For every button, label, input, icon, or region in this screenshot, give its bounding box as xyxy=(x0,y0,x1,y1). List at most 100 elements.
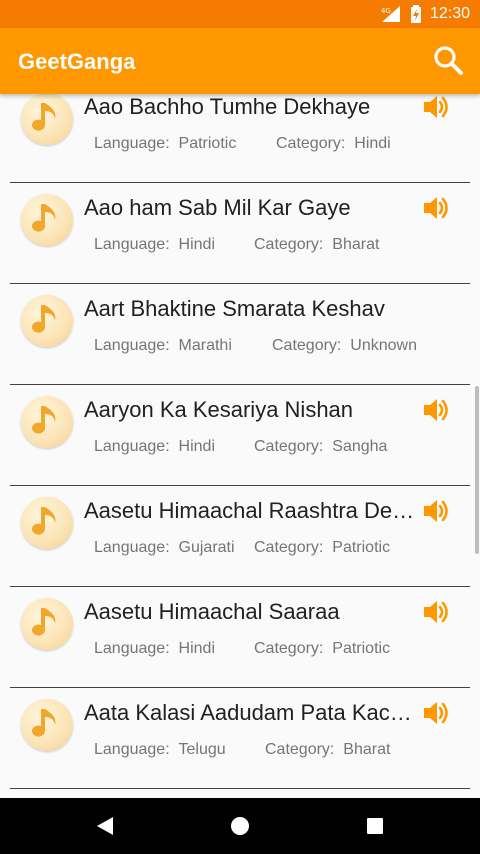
speaker-icon xyxy=(424,702,448,724)
category-value: Bharat xyxy=(343,741,391,758)
song-category: Category: Bharat xyxy=(265,740,390,760)
song-language: Language: Marathi xyxy=(94,336,232,356)
song-language: Language: Hindi xyxy=(94,639,215,659)
search-icon xyxy=(434,46,463,75)
song-title: Aao ham Sab Mil Kar Gaye xyxy=(84,195,351,220)
song-category: Category: Patriotic xyxy=(254,639,390,659)
song-category: Category: Hindi xyxy=(276,134,391,154)
category-label: Category: xyxy=(254,640,324,657)
song-category: Category: Unknown xyxy=(272,336,417,356)
language-value: Marathi xyxy=(178,337,232,354)
music-note-icon xyxy=(32,709,56,737)
music-note-avatar xyxy=(21,396,73,448)
song-item[interactable]: Aaryon Ka Kesariya Nishan Language: Hindi… xyxy=(0,385,480,486)
music-note-avatar xyxy=(21,295,73,347)
category-value: Sangha xyxy=(332,438,388,455)
song-title: Aaryon Ka Kesariya Nishan xyxy=(84,397,354,422)
song-category: Category: Bharat xyxy=(254,235,379,255)
music-note-avatar xyxy=(21,699,73,751)
song-language: Language: Telugu xyxy=(94,740,226,760)
language-value: Patriotic xyxy=(178,135,237,152)
category-label: Category: xyxy=(276,135,346,152)
song-title: Aao Bachho Tumhe Dekhaye xyxy=(84,94,371,119)
home-button[interactable] xyxy=(210,798,270,854)
song-item[interactable]: Aao Bachho Tumhe Dekhaye Language: Patrio… xyxy=(0,94,480,183)
song-category: Category: Sangha xyxy=(254,437,387,457)
song-item[interactable]: Aao ham Sab Mil Kar Gaye Language: Hindi C… xyxy=(0,183,480,284)
search-button[interactable] xyxy=(432,44,464,76)
category-label: Category: xyxy=(254,236,324,253)
signal-icon: 4G xyxy=(381,6,400,22)
language-label: Language: xyxy=(94,236,170,253)
music-note-icon xyxy=(32,406,56,434)
play-audio-button[interactable] xyxy=(422,94,452,121)
language-value: Hindi xyxy=(178,640,215,657)
music-note-icon xyxy=(32,507,56,535)
language-value: Hindi xyxy=(178,438,215,455)
language-value: Hindi xyxy=(178,236,215,253)
song-list[interactable]: Aao Bachho Tumhe Dekhaye Language: Patrio… xyxy=(0,94,480,798)
music-note-icon xyxy=(32,608,56,636)
music-note-icon xyxy=(32,305,56,333)
svg-text:4G: 4G xyxy=(381,7,391,15)
song-item[interactable]: Aasetu Himaachal Raashtra Devo Bhava Lang… xyxy=(0,486,480,587)
recents-icon xyxy=(367,818,383,834)
song-title: Aata Kalasi Aadudam Pata Kachheri xyxy=(84,700,416,725)
music-note-avatar xyxy=(21,194,73,246)
play-audio-button[interactable] xyxy=(422,598,452,626)
app-bar: GeetGanga xyxy=(0,28,480,94)
category-label: Category: xyxy=(254,438,324,455)
speaker-icon xyxy=(424,96,448,118)
recents-button[interactable] xyxy=(345,798,405,854)
battery-icon xyxy=(410,5,421,23)
row-divider xyxy=(10,788,470,789)
category-value: Unknown xyxy=(350,337,417,354)
language-value: Telugu xyxy=(178,741,226,758)
song-language: Language: Patriotic xyxy=(94,134,236,154)
song-language: Language: Hindi xyxy=(94,437,215,457)
song-item[interactable]: Aasetu Himaachal Saaraa Language: Hindi Ca… xyxy=(0,587,480,688)
play-audio-button[interactable] xyxy=(422,396,452,424)
category-label: Category: xyxy=(254,539,324,556)
category-value: Hindi xyxy=(354,135,391,152)
language-label: Language: xyxy=(94,640,170,657)
language-label: Language: xyxy=(94,438,170,455)
song-item[interactable]: Aata Kalasi Aadudam Pata Kachheri Languag… xyxy=(0,688,480,789)
navigation-bar xyxy=(0,798,480,854)
category-label: Category: xyxy=(265,741,335,758)
speaker-icon xyxy=(424,399,448,421)
status-icons: 4G 12:30 xyxy=(380,4,470,24)
song-language: Language: Hindi xyxy=(94,235,215,255)
song-title: Aasetu Himaachal Raashtra Devo Bhava xyxy=(84,498,416,523)
music-note-avatar xyxy=(21,497,73,549)
status-time: 12:30 xyxy=(429,5,470,22)
music-note-icon xyxy=(32,204,56,232)
category-value: Patriotic xyxy=(332,539,391,556)
category-value: Bharat xyxy=(332,236,380,253)
language-label: Language: xyxy=(94,337,170,354)
play-audio-button[interactable] xyxy=(422,194,452,222)
back-icon xyxy=(97,817,113,835)
speaker-icon xyxy=(424,197,448,219)
music-note-avatar xyxy=(21,598,73,650)
song-title: Aart Bhaktine Smarata Keshav xyxy=(84,296,385,321)
category-label: Category: xyxy=(272,337,342,354)
play-audio-button[interactable] xyxy=(422,699,452,727)
song-item[interactable]: Aart Bhaktine Smarata Keshav Language: Ma… xyxy=(0,284,480,385)
song-title: Aasetu Himaachal Saaraa xyxy=(84,599,340,624)
category-value: Patriotic xyxy=(332,640,391,657)
play-audio-button[interactable] xyxy=(422,497,452,525)
language-value: Gujarati xyxy=(178,539,235,556)
music-note-icon xyxy=(32,103,56,131)
back-button[interactable] xyxy=(75,798,135,854)
speaker-icon xyxy=(424,500,448,522)
speaker-icon xyxy=(424,601,448,623)
app-title: GeetGanga xyxy=(18,49,136,74)
language-label: Language: xyxy=(94,741,170,758)
music-note-avatar xyxy=(21,94,73,145)
status-bar: 4G 12:30 xyxy=(0,0,480,28)
scrollbar[interactable] xyxy=(475,386,479,554)
song-category: Category: Patriotic xyxy=(254,538,390,558)
song-language: Language: Gujarati xyxy=(94,538,235,558)
language-label: Language: xyxy=(94,135,170,152)
